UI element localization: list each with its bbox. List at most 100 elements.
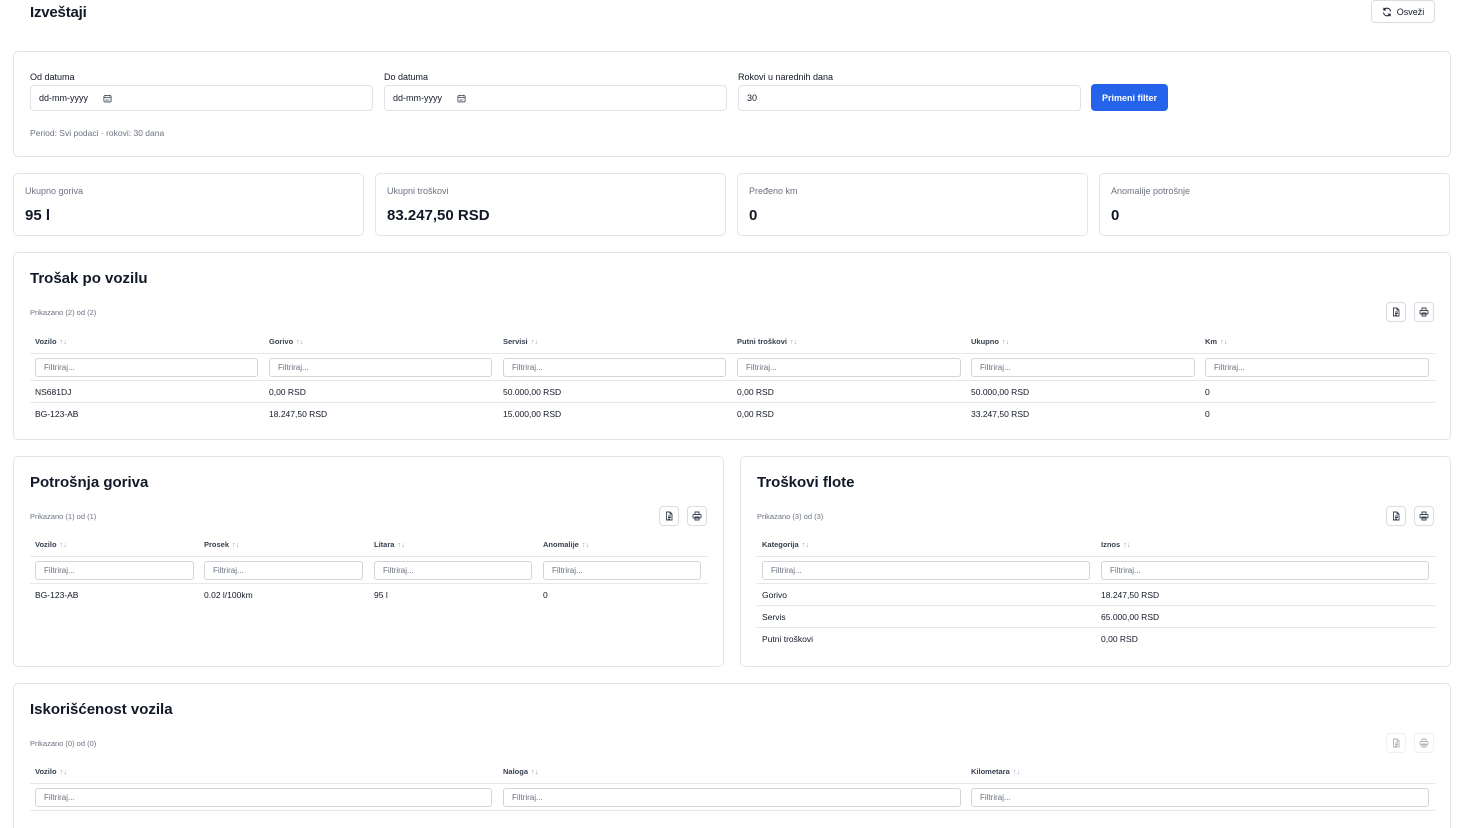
column-filter-input[interactable]: Filtriraj... (762, 561, 1090, 580)
export-button[interactable] (659, 506, 679, 526)
table-header: Kategorija ↑↓ Iznos ↑↓ (757, 532, 1435, 557)
apply-filter-button[interactable]: Primeni filter (1091, 84, 1168, 111)
printer-icon (1419, 511, 1429, 521)
from-date-label: Od datuma (30, 72, 75, 82)
table-cell: 15.000,00 RSD (503, 409, 562, 419)
print-button[interactable] (1414, 733, 1434, 753)
column-header[interactable]: Putni troškovi ↑↓ (737, 337, 798, 346)
column-filter-input[interactable]: Filtriraj... (204, 561, 363, 580)
stat-value: 83.247,50 RSD (387, 207, 490, 224)
to-date-input[interactable]: dd-mm-yyyy (384, 85, 727, 111)
column-filter-input[interactable]: Filtriraj... (1101, 561, 1429, 580)
column-filter-input[interactable]: Filtriraj... (971, 788, 1429, 807)
export-button[interactable] (1386, 733, 1406, 753)
sort-icon: ↑↓ (1012, 767, 1021, 776)
column-header[interactable]: Vozilo ↑↓ (35, 337, 67, 346)
table-cell: 0.02 l/100km (204, 590, 253, 600)
vehicle-utilization-card: Iskorišćenost vozila Prikazano (0) od (0… (13, 683, 1451, 828)
calendar-icon[interactable] (103, 94, 112, 103)
column-header[interactable]: Iznos ↑↓ (1101, 540, 1131, 549)
refresh-label: Osveži (1396, 6, 1425, 17)
table-row[interactable]: Putni troškovi 0,00 RSD (757, 628, 1435, 650)
export-button[interactable] (1386, 302, 1406, 322)
section-title: Troškovi flote (757, 474, 855, 491)
column-filter-input[interactable]: Filtriraj... (543, 561, 701, 580)
stat-label: Anomalije potrošnje (1111, 186, 1191, 196)
table-row[interactable]: BG-123-AB 0.02 l/100km 95 l 0 (30, 584, 708, 606)
table-cell: 0 (1205, 409, 1210, 419)
shown-count: Prikazano (0) od (0) (30, 739, 97, 748)
table-cell: Putni troškovi (762, 634, 814, 644)
deadlines-value: 30 (747, 93, 758, 103)
refresh-button[interactable]: Osveži (1371, 0, 1435, 23)
table-row[interactable]: Gorivo 18.247,50 RSD (757, 584, 1435, 606)
export-button[interactable] (1386, 506, 1406, 526)
sort-icon: ↑↓ (59, 767, 68, 776)
period-text: Period: Svi podaci · rokovi: 30 dana (30, 128, 165, 138)
document-icon (1393, 511, 1400, 521)
table-cell: 0 (1205, 387, 1210, 397)
refresh-icon (1382, 7, 1391, 16)
table-cell: 50.000,00 RSD (971, 387, 1030, 397)
column-header[interactable]: Kategorija ↑↓ (762, 540, 809, 549)
section-title: Potrošnja goriva (30, 474, 149, 491)
from-date-input[interactable]: dd-mm-yyyy (30, 85, 373, 111)
column-header[interactable]: Naloga ↑↓ (503, 767, 539, 776)
stat-value: 95 l (25, 207, 51, 224)
table-cell: 50.000,00 RSD (503, 387, 562, 397)
shown-count: Prikazano (3) od (3) (757, 512, 824, 521)
stat-value: 0 (1111, 207, 1120, 224)
column-header[interactable]: Gorivo ↑↓ (269, 337, 304, 346)
printer-icon (692, 511, 702, 521)
column-filter-input[interactable]: Filtriraj... (1205, 358, 1429, 377)
fuel-table: Vozilo ↑↓ Prosek ↑↓ Litara ↑↓ Anomalije ↑↓ F… (30, 532, 708, 606)
table-cell: 18.247,50 RSD (1101, 590, 1160, 600)
stat-card-km: Pređeno km 0 (737, 173, 1088, 236)
table-row[interactable]: NS681DJ 0,00 RSD 50.000,00 RSD 0,00 RSD … (30, 381, 1435, 403)
column-filter-input[interactable]: Filtriraj... (503, 788, 961, 807)
column-header[interactable]: Prosek ↑↓ (204, 540, 240, 549)
filter-card: Od datuma dd-mm-yyyy Do datuma dd-mm-yyy… (13, 51, 1451, 157)
table-header: Vozilo ↑↓ Prosek ↑↓ Litara ↑↓ Anomalije ↑↓ (30, 532, 708, 557)
column-filter-input[interactable]: Filtriraj... (374, 561, 532, 580)
column-header[interactable]: Servisi ↑↓ (503, 337, 538, 346)
print-button[interactable] (1414, 506, 1434, 526)
deadlines-input[interactable]: 30 (738, 85, 1081, 111)
column-filter-input[interactable]: Filtriraj... (35, 561, 194, 580)
document-icon (1393, 738, 1400, 748)
column-filter-input[interactable]: Filtriraj... (269, 358, 492, 377)
column-filter-row: Filtriraj... Filtriraj... Filtriraj... (30, 784, 1435, 811)
print-button[interactable] (1414, 302, 1434, 322)
column-filter-input[interactable]: Filtriraj... (503, 358, 726, 377)
column-header[interactable]: Litara ↑↓ (374, 540, 405, 549)
table-cell: BG-123-AB (35, 409, 79, 419)
print-button[interactable] (687, 506, 707, 526)
sort-icon: ↑↓ (59, 337, 68, 346)
column-filter-input[interactable]: Filtriraj... (737, 358, 961, 377)
table-cell: 0,00 RSD (737, 409, 774, 419)
vehicle-cost-card: Trošak po vozilu Prikazano (2) od (2) Vo… (13, 252, 1451, 440)
shown-count: Prikazano (2) od (2) (30, 308, 97, 317)
sort-icon: ↑↓ (296, 337, 304, 346)
calendar-icon[interactable] (457, 94, 466, 103)
column-header[interactable]: Vozilo ↑↓ (35, 767, 67, 776)
column-header[interactable]: Anomalije ↑↓ (543, 540, 589, 549)
printer-icon (1419, 738, 1429, 748)
column-filter-input[interactable]: Filtriraj... (971, 358, 1195, 377)
sort-icon: ↑↓ (1123, 540, 1131, 549)
table-row[interactable]: BG-123-AB 18.247,50 RSD 15.000,00 RSD 0,… (30, 403, 1435, 425)
column-header[interactable]: Ukupno ↑↓ (971, 337, 1009, 346)
stat-label: Ukupno goriva (25, 186, 84, 196)
column-header[interactable]: Km ↑↓ (1205, 337, 1228, 346)
table-row[interactable]: Servis 65.000,00 RSD (757, 606, 1435, 628)
table-cell: 0,00 RSD (269, 387, 306, 397)
column-filter-input[interactable]: Filtriraj... (35, 358, 258, 377)
table-cell: NS681DJ (35, 387, 72, 397)
column-header[interactable]: Kilometara ↑↓ (971, 767, 1020, 776)
fleet-costs-card: Troškovi flote Prikazano (3) od (3) Kate… (740, 456, 1451, 667)
column-filter-row: Filtriraj... Filtriraj... Filtriraj... F… (30, 354, 1435, 381)
column-header[interactable]: Vozilo ↑↓ (35, 540, 67, 549)
sort-icon: ↑↓ (1001, 337, 1010, 346)
table-cell: 95 l (374, 590, 388, 600)
column-filter-input[interactable]: Filtriraj... (35, 788, 492, 807)
